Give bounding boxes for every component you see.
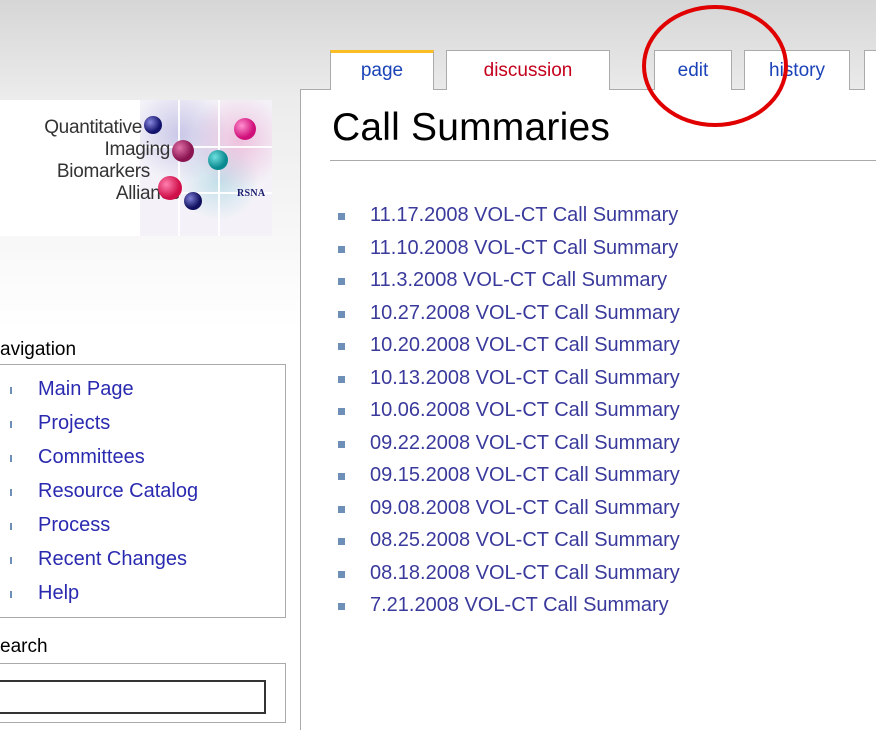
sidebar-item-main-page[interactable]: Main Page bbox=[0, 375, 198, 409]
highlight-circle bbox=[642, 5, 788, 127]
list-item: 10.06.2008 VOL-CT Call Summary bbox=[338, 396, 680, 429]
bullet-icon bbox=[338, 278, 345, 285]
summary-link[interactable]: 11.17.2008 VOL-CT Call Summary bbox=[370, 204, 678, 226]
tab-discussion[interactable]: discussion bbox=[446, 50, 610, 90]
bullet-icon bbox=[338, 570, 345, 578]
logo-dot-red bbox=[158, 176, 182, 200]
list-item: 10.13.2008 VOL-CT Call Summary bbox=[338, 364, 680, 397]
bullet-icon bbox=[10, 591, 12, 598]
list-item: 10.27.2008 VOL-CT Call Summary bbox=[338, 299, 680, 332]
summary-link[interactable]: 10.13.2008 VOL-CT Call Summary bbox=[370, 367, 680, 389]
bullet-icon bbox=[338, 473, 345, 480]
bullet-icon bbox=[10, 387, 12, 394]
summary-link[interactable]: 10.20.2008 VOL-CT Call Summary bbox=[370, 334, 680, 356]
sidebar-item-label[interactable]: Recent Changes bbox=[38, 548, 187, 570]
sidebar-item-label[interactable]: Committees bbox=[38, 446, 145, 468]
summary-link[interactable]: 7.21.2008 VOL-CT Call Summary bbox=[370, 594, 669, 616]
logo-line-3: Biomarkers bbox=[56, 161, 150, 182]
bullet-icon bbox=[10, 455, 12, 462]
summary-link[interactable]: 08.25.2008 VOL-CT Call Summary bbox=[370, 529, 680, 551]
list-item: 09.15.2008 VOL-CT Call Summary bbox=[338, 461, 680, 494]
tab-page[interactable]: page bbox=[330, 50, 434, 90]
sidebar-item-label[interactable]: Main Page bbox=[38, 378, 134, 400]
sidebar-item-label[interactable]: Resource Catalog bbox=[38, 480, 198, 502]
bullet-icon bbox=[338, 310, 345, 318]
list-item: 10.20.2008 VOL-CT Call Summary bbox=[338, 331, 680, 364]
rsna-mark: RSNA bbox=[237, 188, 266, 199]
sidebar-item-help[interactable]: Help bbox=[0, 579, 198, 613]
logo-dot-teal bbox=[208, 150, 228, 170]
list-item: 09.22.2008 VOL-CT Call Summary bbox=[338, 429, 680, 462]
search-heading: earch bbox=[0, 636, 48, 657]
list-item: 08.25.2008 VOL-CT Call Summary bbox=[338, 526, 680, 559]
sidebar-item-process[interactable]: Process bbox=[0, 511, 198, 545]
bullet-icon bbox=[10, 489, 12, 496]
bullet-icon bbox=[10, 523, 12, 530]
summary-link[interactable]: 09.15.2008 VOL-CT Call Summary bbox=[370, 464, 680, 486]
bullet-icon bbox=[338, 213, 345, 220]
summary-list: 11.17.2008 VOL-CT Call Summary 11.10.200… bbox=[338, 201, 680, 624]
tab-partial[interactable] bbox=[864, 50, 876, 90]
sidebar-item-projects[interactable]: Projects bbox=[0, 409, 198, 443]
list-item: 09.08.2008 VOL-CT Call Summary bbox=[338, 494, 680, 527]
tab-discussion-label[interactable]: discussion bbox=[484, 60, 573, 81]
sidebar-item-recent-changes[interactable]: Recent Changes bbox=[0, 545, 198, 579]
navigation-heading: avigation bbox=[0, 339, 77, 360]
sidebar-item-resource-catalog[interactable]: Resource Catalog bbox=[0, 477, 198, 511]
navigation-list: Main Page Projects Committees Resource C… bbox=[0, 375, 198, 613]
search-input[interactable] bbox=[0, 680, 266, 714]
logo-dot-navy bbox=[144, 116, 162, 134]
bullet-icon bbox=[338, 538, 345, 545]
tab-page-label[interactable]: page bbox=[361, 60, 403, 81]
bullet-icon bbox=[338, 343, 345, 350]
sidebar-item-label[interactable]: Projects bbox=[38, 412, 110, 434]
sidebar-item-committees[interactable]: Committees bbox=[0, 443, 198, 477]
summary-link[interactable]: 08.18.2008 VOL-CT Call Summary bbox=[370, 562, 680, 584]
page-title: Call Summaries bbox=[332, 106, 611, 149]
bullet-icon bbox=[338, 505, 345, 513]
logo-dot-pink bbox=[234, 118, 256, 140]
bullet-icon bbox=[10, 557, 12, 564]
bullet-icon bbox=[338, 440, 345, 448]
bullet-icon bbox=[338, 408, 345, 415]
list-item: 11.10.2008 VOL-CT Call Summary bbox=[338, 234, 680, 267]
list-item: 11.3.2008 VOL-CT Call Summary bbox=[338, 266, 680, 299]
bullet-icon bbox=[338, 245, 345, 253]
summary-link[interactable]: 10.27.2008 VOL-CT Call Summary bbox=[370, 302, 680, 324]
summary-link[interactable]: 11.10.2008 VOL-CT Call Summary bbox=[370, 237, 678, 259]
sidebar-item-label[interactable]: Help bbox=[38, 582, 79, 604]
logo-dot-navy-2 bbox=[184, 192, 202, 210]
bullet-icon bbox=[338, 375, 345, 383]
summary-link[interactable]: 11.3.2008 VOL-CT Call Summary bbox=[370, 269, 667, 291]
list-item: 11.17.2008 VOL-CT Call Summary bbox=[338, 201, 680, 234]
summary-link[interactable]: 10.06.2008 VOL-CT Call Summary bbox=[370, 399, 680, 421]
title-divider bbox=[330, 160, 876, 161]
list-item: 7.21.2008 VOL-CT Call Summary bbox=[338, 591, 680, 624]
logo-dot-magenta bbox=[172, 140, 194, 162]
summary-link[interactable]: 09.08.2008 VOL-CT Call Summary bbox=[370, 497, 680, 519]
bullet-icon bbox=[10, 421, 12, 428]
logo-line-1: Quantitative bbox=[44, 117, 142, 138]
qiba-logo[interactable]: Quantitative Imaging Biomarkers Alliance… bbox=[0, 100, 272, 236]
logo-line-2: Imaging bbox=[104, 139, 171, 160]
summary-link[interactable]: 09.22.2008 VOL-CT Call Summary bbox=[370, 432, 680, 454]
list-item: 08.18.2008 VOL-CT Call Summary bbox=[338, 559, 680, 592]
sidebar-item-label[interactable]: Process bbox=[38, 514, 110, 536]
bullet-icon bbox=[338, 603, 345, 610]
